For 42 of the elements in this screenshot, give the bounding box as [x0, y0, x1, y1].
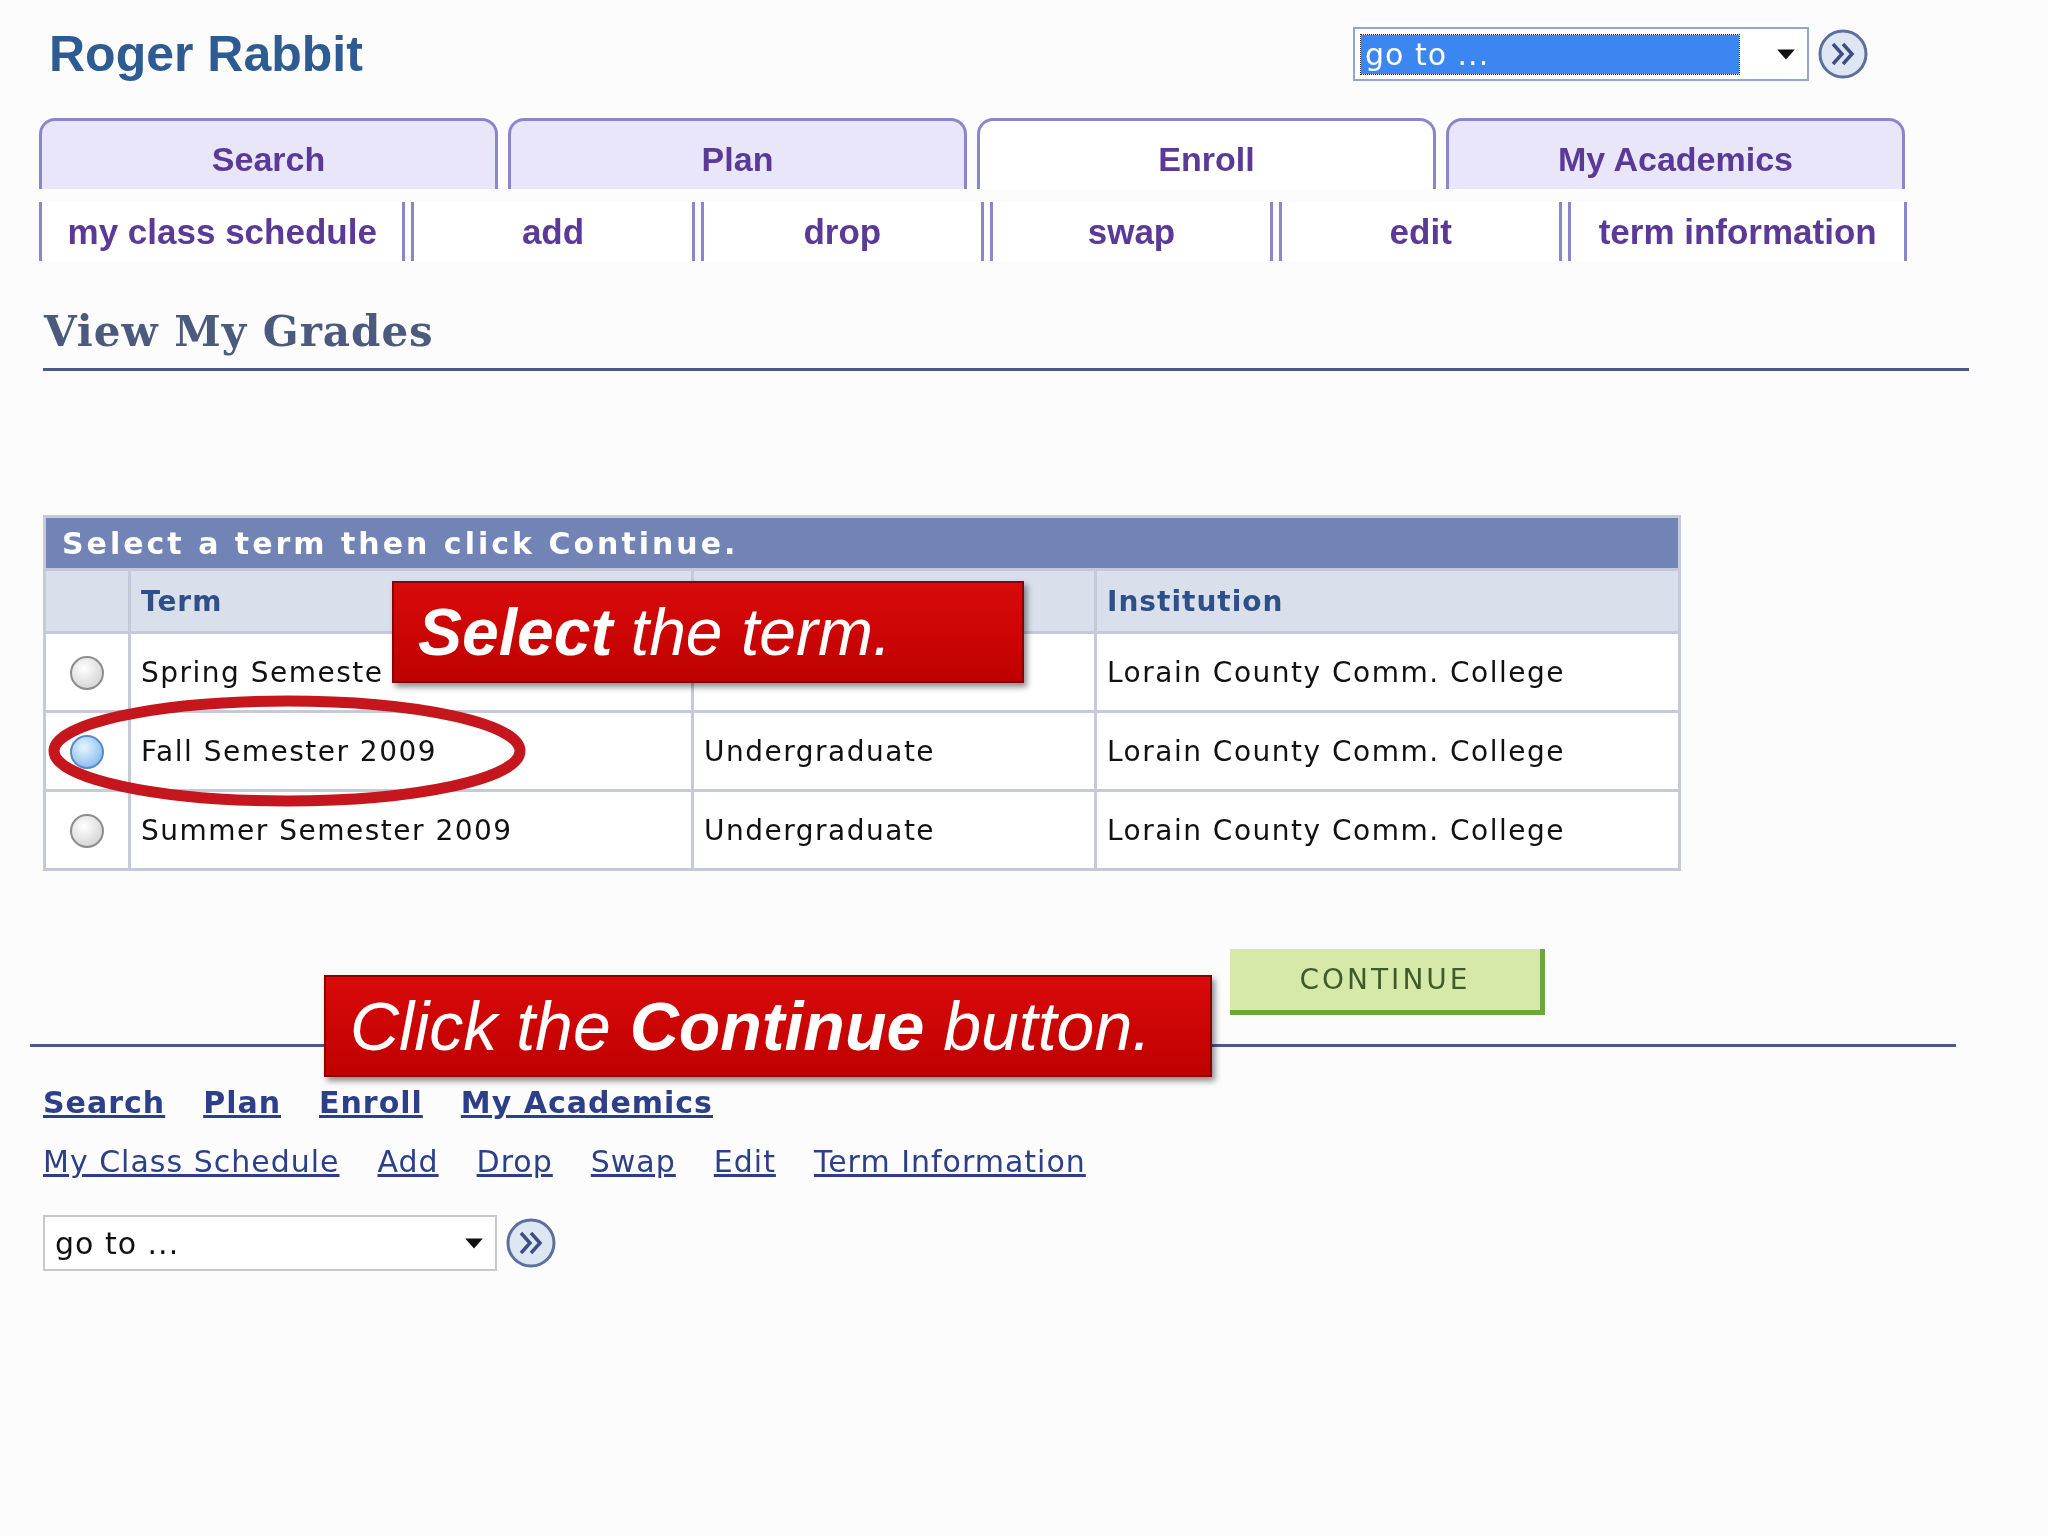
column-header: Institution: [1095, 569, 1680, 633]
nav-link[interactable]: Enroll: [319, 1085, 423, 1120]
continue-button[interactable]: CONTINUE: [1230, 949, 1545, 1015]
user-name: Roger Rabbit: [49, 25, 363, 83]
table-cell: Undergraduate: [704, 734, 936, 768]
table-cell: Fall Semester 2009: [141, 734, 438, 768]
nav-link[interactable]: Term Information: [813, 1144, 1086, 1179]
nav-link[interactable]: Drop: [476, 1144, 553, 1179]
nav-tab[interactable]: Search: [39, 118, 498, 189]
goto-dropdown[interactable]: go to ...: [1353, 27, 1809, 81]
nav-tab[interactable]: My Academics: [1446, 118, 1905, 189]
nav-link[interactable]: Add: [377, 1144, 439, 1179]
sub-tab[interactable]: edit: [1279, 202, 1563, 261]
caret-icon[interactable]: [463, 1236, 485, 1250]
table-caption: Select a term then click Continue.: [44, 516, 1680, 570]
sub-tab[interactable]: swap: [989, 202, 1274, 261]
table-cell: Lorain County Comm. College: [1107, 655, 1565, 689]
nav-tab[interactable]: Enroll: [977, 118, 1436, 189]
nav-link[interactable]: Search: [43, 1085, 166, 1120]
callout-banner: Select the term.: [392, 581, 1024, 683]
nav-link[interactable]: Plan: [203, 1085, 281, 1120]
table-cell: Lorain County Comm. College: [1107, 734, 1565, 768]
page-title: View My Grades: [44, 307, 435, 356]
caret-icon[interactable]: [1775, 47, 1797, 61]
nav-link[interactable]: Swap: [590, 1144, 676, 1179]
radio-button[interactable]: [70, 734, 104, 769]
nav-link[interactable]: My Academics: [460, 1085, 713, 1120]
table-cell: Lorain County Comm. College: [1107, 813, 1565, 847]
radio-button[interactable]: [70, 813, 104, 848]
nav-tab[interactable]: Plan: [508, 118, 967, 189]
sub-tab[interactable]: add: [411, 202, 695, 261]
nav-link[interactable]: Edit: [713, 1144, 776, 1179]
radio-button[interactable]: [70, 655, 104, 690]
sub-tab[interactable]: drop: [700, 202, 984, 261]
table-cell: Undergraduate: [704, 813, 936, 847]
table-cell: Summer Semester 2009: [141, 813, 513, 847]
goto-dropdown[interactable]: go to ...: [43, 1215, 497, 1271]
table-cell: Spring Semeste: [141, 655, 384, 689]
sub-tab[interactable]: my class schedule: [39, 202, 406, 261]
sub-tab[interactable]: term information: [1568, 202, 1907, 261]
nav-link[interactable]: My Class Schedule: [43, 1144, 340, 1179]
callout-banner: Click the Continue button.: [324, 975, 1212, 1077]
